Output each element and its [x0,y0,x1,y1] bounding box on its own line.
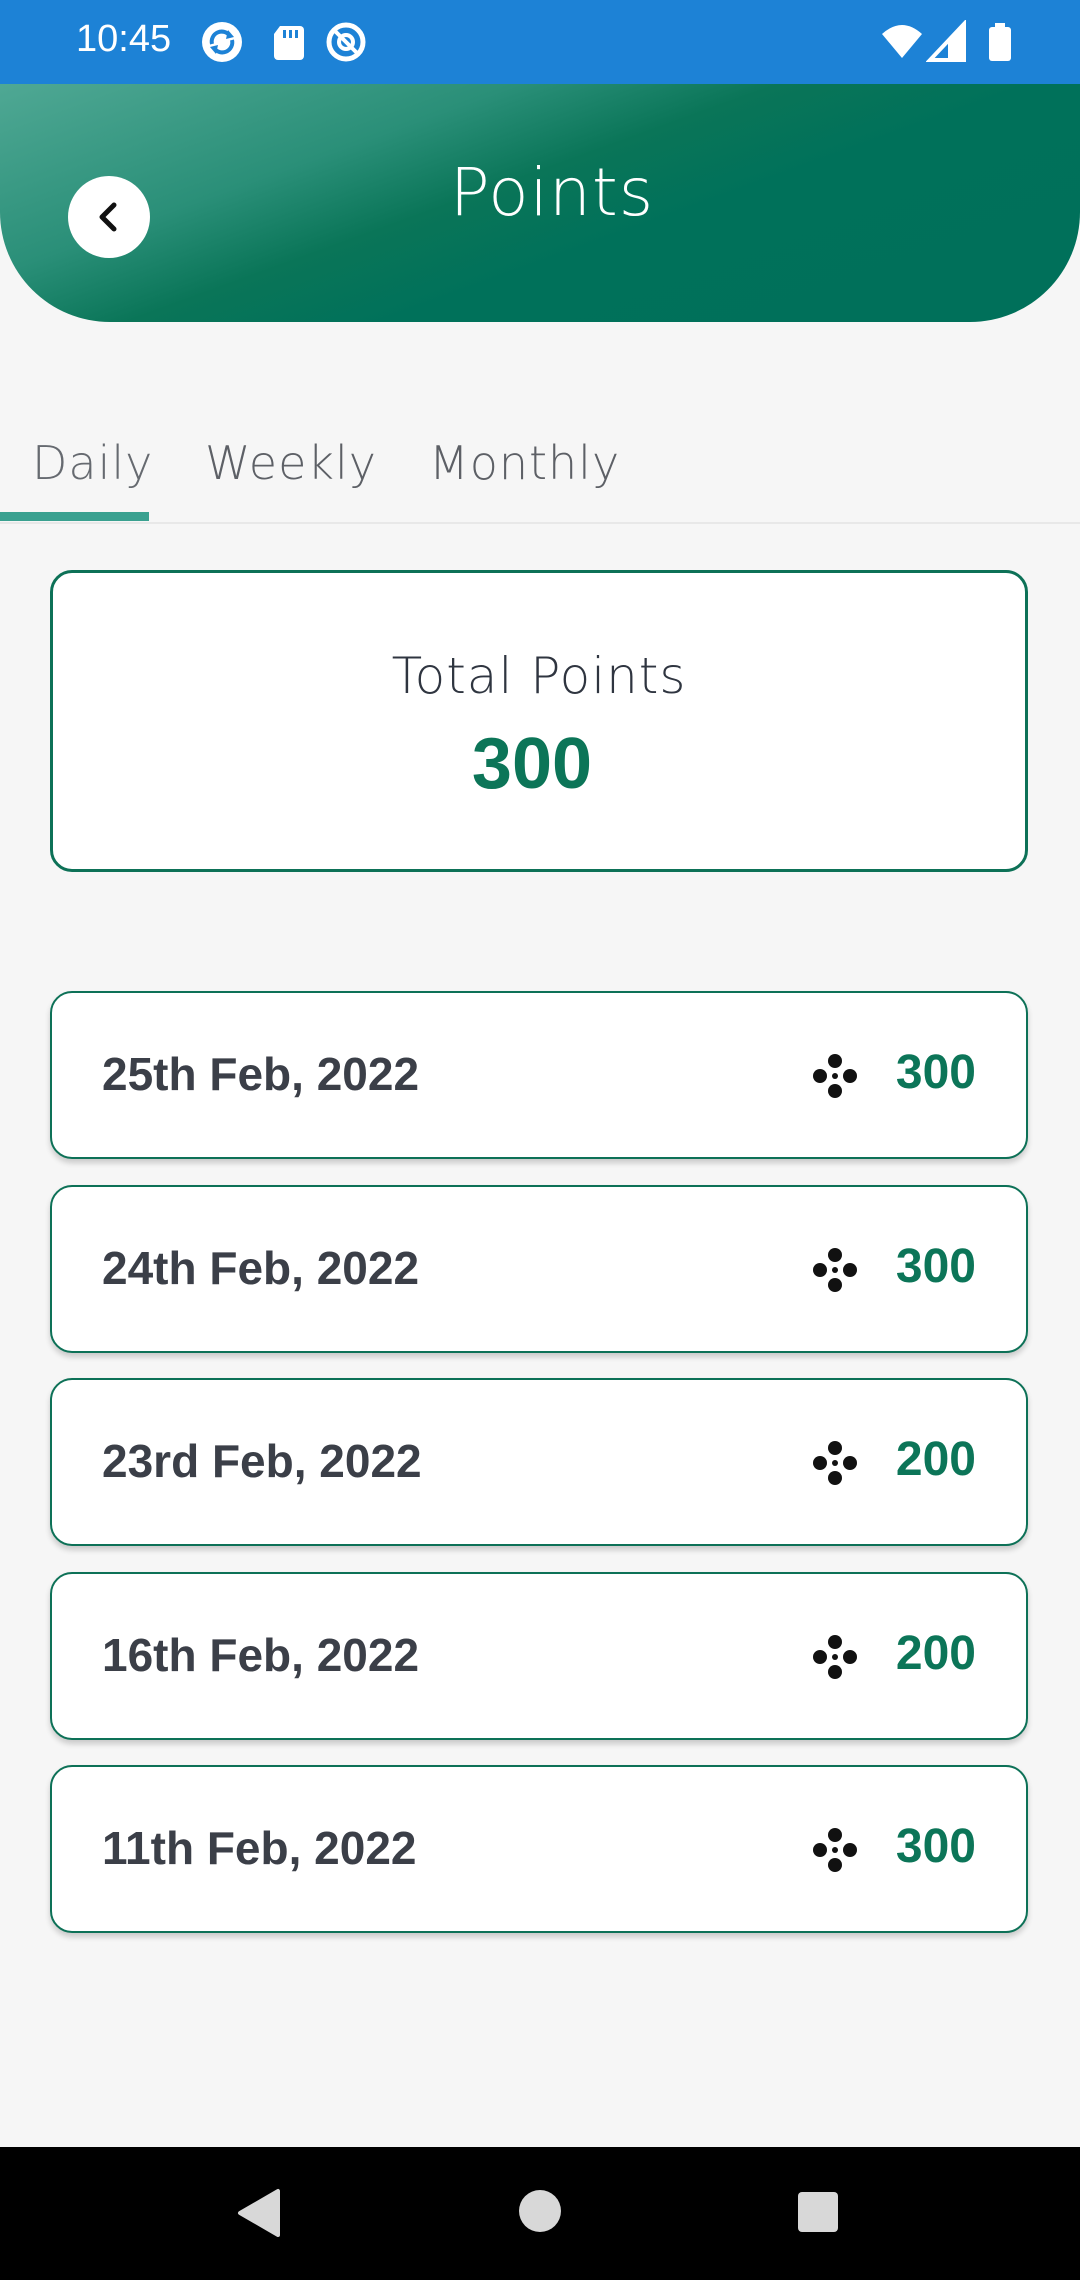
recents-square-icon[interactable] [796,2190,840,2234]
wifi-icon [882,25,922,58]
status-time: 10:45 [76,18,172,60]
sync-icon [202,22,242,62]
data-saver-icon [326,22,366,62]
entry-date: 24th Feb, 2022 [102,1242,420,1294]
list-item[interactable]: 23rd Feb, 2022 200 [50,1378,1028,1546]
points-icon [813,1828,857,1872]
list-item[interactable]: 11th Feb, 2022 300 [50,1765,1028,1933]
list-item[interactable]: 25th Feb, 2022 300 [50,991,1028,1159]
total-points-label: Total Points [391,647,687,705]
entry-points: 200 [895,1627,976,1680]
tab-monthly[interactable]: Monthly [429,436,620,490]
header: Points [0,84,1080,322]
entry-points: 300 [895,1046,976,1099]
cell-signal-icon [926,20,966,62]
entry-points: 200 [895,1433,976,1486]
points-icon [813,1635,857,1679]
points-icon [813,1441,857,1485]
tab-daily[interactable]: Daily [32,436,153,490]
tab-indicator [0,512,149,521]
tab-bar: Daily Weekly Monthly [0,420,1080,524]
entry-date: 16th Feb, 2022 [102,1629,420,1681]
list-item[interactable]: 24th Feb, 2022 300 [50,1185,1028,1353]
battery-icon [989,23,1011,61]
entry-points: 300 [895,1820,976,1873]
home-circle-icon[interactable] [518,2189,562,2233]
list-item[interactable]: 16th Feb, 2022 200 [50,1572,1028,1740]
entry-date: 11th Feb, 2022 [102,1822,417,1874]
total-points-card: Total Points 300 [50,570,1028,872]
points-icon [813,1248,857,1292]
points-icon [813,1054,857,1098]
entry-date: 25th Feb, 2022 [102,1048,420,1100]
tab-weekly[interactable]: Weekly [205,436,377,490]
navigation-bar [0,2147,1080,2280]
back-triangle-icon[interactable] [236,2187,284,2239]
entry-date: 23rd Feb, 2022 [102,1435,422,1487]
page-title: Points [449,154,655,231]
entry-points: 300 [895,1240,976,1293]
total-points-value: 300 [471,724,593,804]
status-bar: 10:45 [0,0,1080,84]
sd-card-icon [274,26,304,60]
